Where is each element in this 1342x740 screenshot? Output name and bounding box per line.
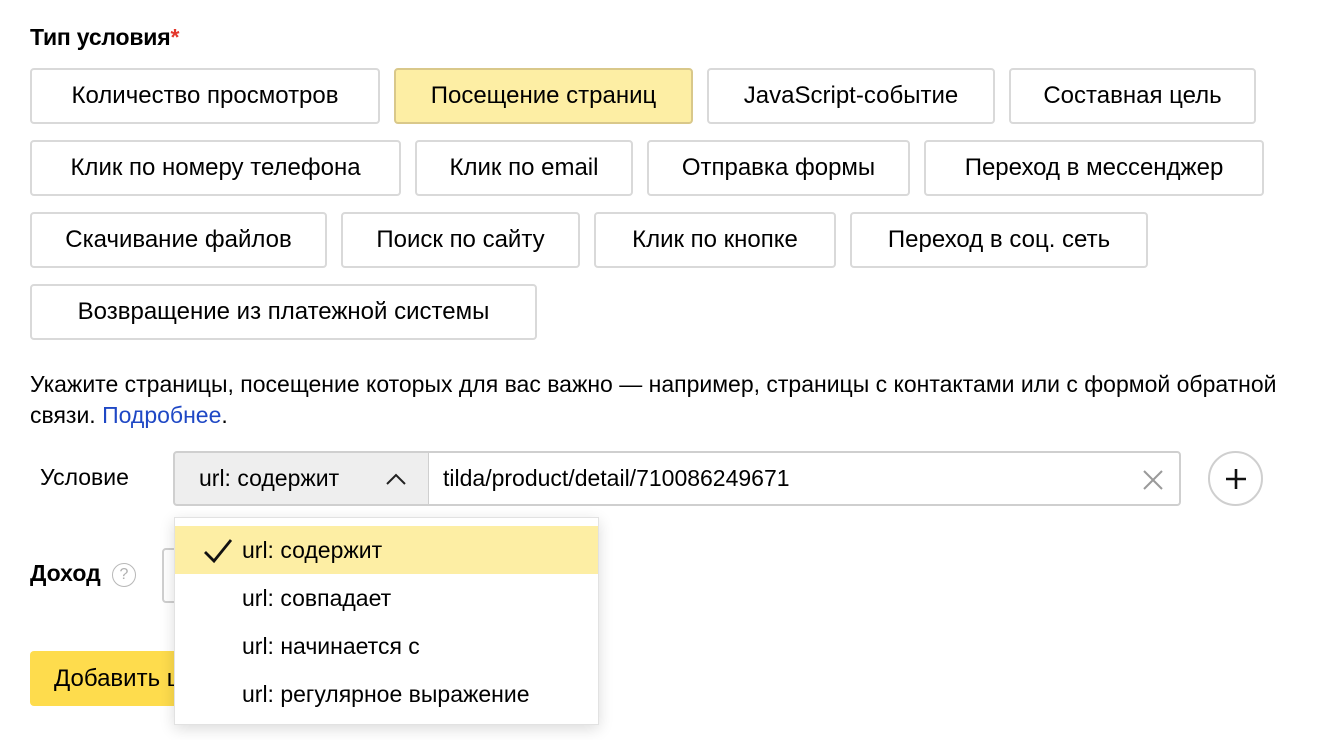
add-condition-button[interactable] xyxy=(1208,451,1263,506)
hint-text: Укажите страницы, посещение которых для … xyxy=(30,369,1320,431)
type-page-visit-button[interactable]: Посещение страниц xyxy=(394,68,693,124)
option-label: url: совпадает xyxy=(242,585,392,611)
plus-icon xyxy=(1226,469,1246,489)
type-composite-goal-button[interactable]: Составная цель xyxy=(1009,68,1256,124)
type-form-submit-button[interactable]: Отправка формы xyxy=(647,140,910,196)
option-label: url: содержит xyxy=(242,537,383,563)
close-icon[interactable] xyxy=(1141,468,1165,492)
option-label: url: начинается с xyxy=(242,633,420,659)
section-title-text: Тип условия xyxy=(30,24,171,50)
option-contains[interactable]: url: содержит xyxy=(175,526,598,574)
hint-tail: . xyxy=(221,402,228,428)
chevron-up-icon xyxy=(386,473,406,485)
option-starts-with[interactable]: url: начинается с xyxy=(175,622,598,670)
income-label: Доход xyxy=(30,560,101,586)
type-js-event-button[interactable]: JavaScript-событие xyxy=(707,68,995,124)
operator-select[interactable]: url: содержит xyxy=(173,451,429,506)
section-title: Тип условия* xyxy=(30,24,179,51)
type-button-click-button[interactable]: Клик по кнопке xyxy=(594,212,836,268)
type-site-search-button[interactable]: Поиск по сайту xyxy=(341,212,580,268)
goal-form: Тип условия* Количество просмотров Посещ… xyxy=(0,0,1342,740)
type-views-button[interactable]: Количество просмотров xyxy=(30,68,380,124)
operator-dropdown: url: содержит url: совпадает url: начина… xyxy=(174,517,599,725)
type-social-button[interactable]: Переход в соц. сеть xyxy=(850,212,1148,268)
checkmark-icon xyxy=(204,539,233,564)
option-label: url: регулярное выражение xyxy=(242,681,530,707)
type-payment-return-button[interactable]: Возвращение из платежной системы xyxy=(30,284,537,340)
question-icon[interactable]: ? xyxy=(112,563,136,587)
more-link[interactable]: Подробнее xyxy=(102,402,221,428)
option-equals[interactable]: url: совпадает xyxy=(175,574,598,622)
type-email-click-button[interactable]: Клик по email xyxy=(415,140,633,196)
type-file-download-button[interactable]: Скачивание файлов xyxy=(30,212,327,268)
url-value-input[interactable]: tilda/product/detail/710086249671 xyxy=(428,451,1181,506)
operator-select-value: url: содержит xyxy=(199,465,340,491)
type-phone-click-button[interactable]: Клик по номеру телефона xyxy=(30,140,401,196)
option-regex[interactable]: url: регулярное выражение xyxy=(175,670,598,718)
type-messenger-button[interactable]: Переход в мессенджер xyxy=(924,140,1264,196)
condition-label: Условие xyxy=(40,464,129,490)
required-mark: * xyxy=(170,24,180,50)
